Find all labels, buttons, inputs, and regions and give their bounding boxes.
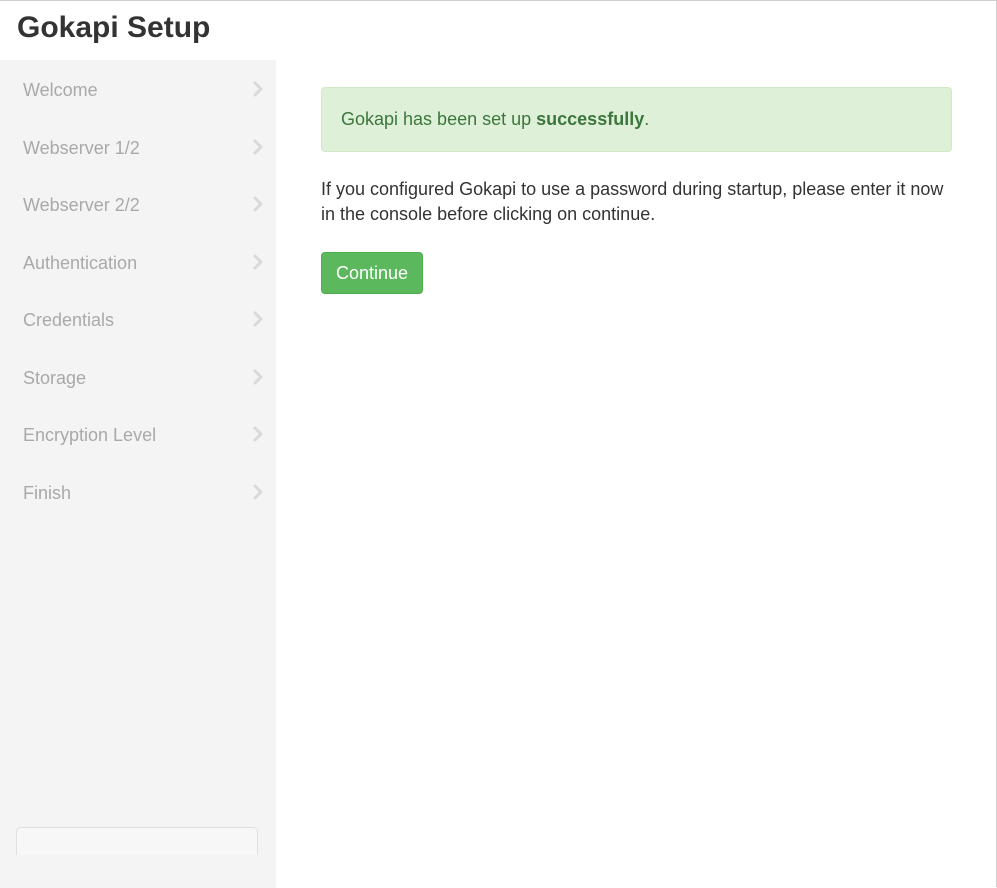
success-alert: Gokapi has been set up successfully. [321, 87, 952, 152]
chevron-right-icon [253, 139, 263, 155]
step-label: Authentication [23, 253, 138, 273]
alert-emphasis: successfully [536, 109, 645, 129]
chevron-right-icon [253, 426, 263, 442]
chevron-right-icon [253, 311, 263, 327]
main-content: Gokapi has been set up successfully. If … [276, 60, 996, 888]
chevron-right-icon [253, 81, 263, 97]
step-label: Finish [23, 483, 72, 503]
step-label: Credentials [23, 310, 115, 330]
chevron-right-icon [253, 254, 263, 270]
step-welcome[interactable]: Welcome [0, 68, 276, 112]
step-label: Welcome [23, 80, 98, 100]
step-label: Webserver 2/2 [23, 195, 140, 215]
step-storage[interactable]: Storage [0, 356, 276, 400]
alert-text: Gokapi has been set up [341, 109, 537, 129]
step-webserver-2[interactable]: Webserver 2/2 [0, 183, 276, 227]
chevron-right-icon [253, 484, 263, 500]
chevron-right-icon [253, 369, 263, 385]
step-label: Encryption Level [23, 425, 157, 445]
step-label: Storage [23, 368, 87, 388]
header: Gokapi Setup [0, 1, 996, 60]
step-finish[interactable]: Finish [0, 471, 276, 515]
step-label: Webserver 1/2 [23, 138, 140, 158]
setup-steps-sidebar: Welcome Webserver 1/2 Webserver 2/2 Auth… [0, 60, 276, 888]
continue-button[interactable]: Continue [321, 252, 423, 294]
sidebar-footer-box [16, 827, 258, 855]
password-info-text: If you configured Gokapi to use a passwo… [321, 179, 944, 224]
alert-text-end: . [644, 109, 650, 129]
chevron-right-icon [253, 196, 263, 212]
step-webserver-1[interactable]: Webserver 1/2 [0, 126, 276, 170]
setup-window: Gokapi Setup Welcome Webserver 1/2 Webse… [0, 0, 997, 888]
step-encryption-level[interactable]: Encryption Level [0, 413, 276, 457]
step-authentication[interactable]: Authentication [0, 241, 276, 285]
step-credentials[interactable]: Credentials [0, 298, 276, 342]
page-title: Gokapi Setup [17, 11, 211, 44]
